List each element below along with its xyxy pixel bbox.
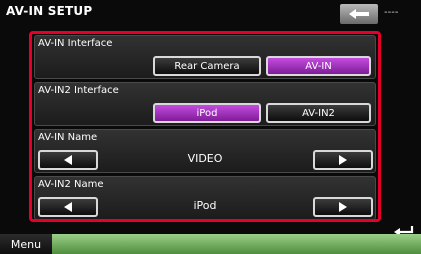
av-in2-name-section: AV-IN2 Name iPod — [34, 176, 376, 220]
av-in-name-next-button[interactable] — [313, 150, 373, 170]
right-triangle-icon — [339, 155, 347, 165]
av-in2-name-prev-button[interactable] — [38, 197, 98, 217]
page-title: AV-IN SETUP — [6, 4, 93, 18]
av-in-name-label: AV-IN Name — [38, 132, 98, 143]
av-in-interface-label: AV-IN Interface — [38, 38, 113, 49]
rear-camera-button[interactable]: Rear Camera — [153, 56, 261, 76]
av-in-interface-section: AV-IN Interface Rear Camera AV-IN — [34, 35, 376, 79]
menu-button[interactable]: Menu — [0, 234, 52, 254]
av-in-button[interactable]: AV-IN — [266, 56, 371, 76]
ipod-button[interactable]: iPod — [153, 103, 261, 123]
av-in-name-value: VIDEO — [187, 152, 223, 165]
left-triangle-icon — [64, 202, 72, 212]
av-in-name-prev-button[interactable] — [38, 150, 98, 170]
av-in2-interface-label: AV-IN2 Interface — [38, 85, 119, 96]
av-in2-name-value: iPod — [193, 199, 217, 212]
back-arrow-icon — [349, 9, 369, 19]
av-in2-name-next-button[interactable] — [313, 197, 373, 217]
left-triangle-icon — [64, 155, 72, 165]
bottom-bar: Menu — [0, 234, 421, 254]
av-in-name-section: AV-IN Name VIDEO — [34, 129, 376, 173]
av-in2-name-label: AV-IN2 Name — [38, 179, 104, 190]
av-in2-interface-section: AV-IN2 Interface iPod AV-IN2 — [34, 82, 376, 126]
status-text: ---- — [384, 7, 399, 18]
right-triangle-icon — [339, 202, 347, 212]
av-in2-button[interactable]: AV-IN2 — [266, 103, 371, 123]
back-button[interactable] — [340, 4, 378, 24]
